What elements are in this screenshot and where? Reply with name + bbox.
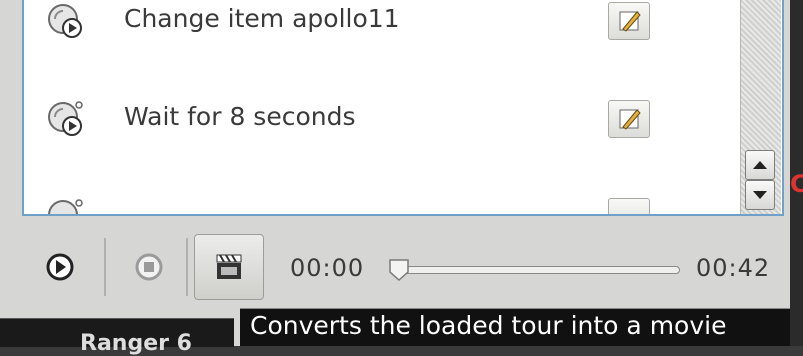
edit-button[interactable]	[608, 198, 650, 214]
scroll-up-button[interactable]	[745, 150, 775, 180]
scroll-down-arrow-icon	[753, 191, 767, 199]
scroll-down-button[interactable]	[745, 180, 775, 210]
total-time-label: 00:42	[696, 254, 771, 282]
map-view-edge: C	[790, 0, 803, 346]
tour-widget-panel: Change item apollo11 Wait for 8 seconds	[0, 0, 790, 346]
list-item[interactable]: Change item apollo11	[24, 0, 744, 60]
play-icon	[46, 253, 74, 281]
stop-icon	[135, 253, 163, 281]
toolbar-separator	[104, 238, 106, 296]
tooltip: Converts the loaded tour into a movie	[240, 308, 803, 346]
play-button[interactable]	[34, 234, 86, 300]
slider-handle[interactable]	[388, 258, 410, 282]
current-time-label: 00:00	[290, 254, 365, 282]
tour-item-label: Wait for 8 seconds	[124, 102, 356, 131]
progress-slider[interactable]	[400, 266, 680, 274]
vertical-scrollbar[interactable]	[740, 0, 781, 214]
edit-button[interactable]	[608, 100, 650, 138]
movie-clapper-icon	[216, 254, 242, 279]
tour-item-icon	[48, 199, 83, 214]
background-map-area: Ranger 6	[0, 318, 234, 356]
list-item[interactable]: Wait for 8 seconds	[24, 88, 744, 158]
tour-item-icon	[48, 101, 83, 136]
background-label: Ranger 6	[80, 331, 192, 356]
list-item[interactable]	[24, 186, 744, 214]
tour-items-list: Change item apollo11 Wait for 8 seconds	[22, 0, 784, 216]
stop-button[interactable]	[124, 234, 174, 300]
edit-pencil-icon	[619, 11, 641, 32]
scroll-up-arrow-icon	[753, 161, 767, 169]
tour-item-label: Change item apollo11	[124, 4, 400, 33]
edit-button[interactable]	[608, 2, 650, 40]
edit-pencil-icon	[619, 109, 641, 130]
toolbar-separator	[186, 238, 188, 296]
record-movie-button[interactable]	[194, 234, 264, 300]
tour-item-icon	[48, 4, 82, 38]
map-marker-glyph: C	[790, 170, 803, 198]
